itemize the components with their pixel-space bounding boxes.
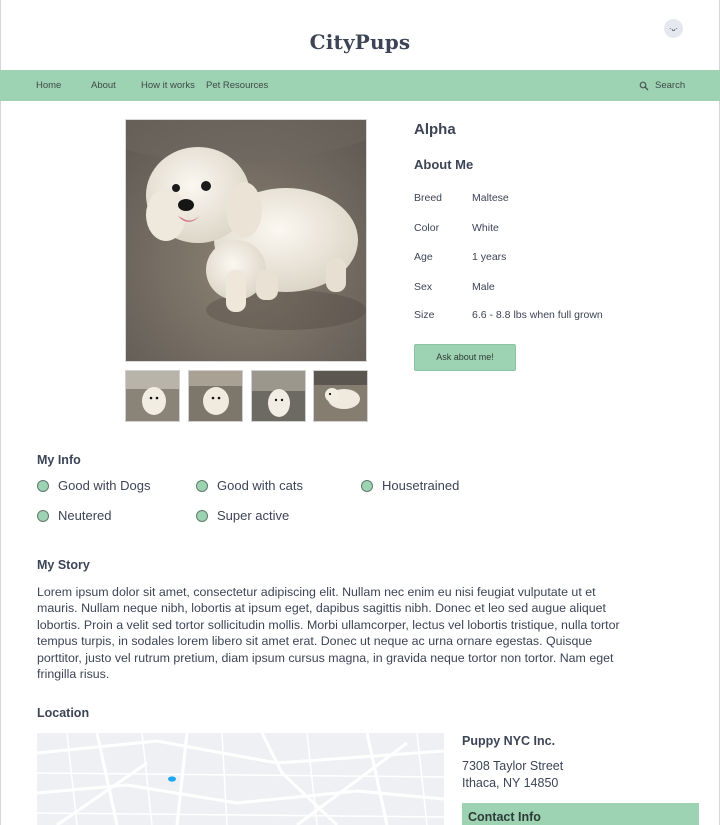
photo-thumbnail[interactable] xyxy=(251,370,306,422)
address-line-2: Ithaca, NY 14850 xyxy=(462,776,559,790)
nav-item-how-it-works[interactable]: How it works xyxy=(141,70,195,101)
ask-about-me-button[interactable]: Ask about me! xyxy=(414,344,516,371)
my-story-heading: My Story xyxy=(37,558,90,572)
site-logo[interactable]: CityPups xyxy=(0,30,720,54)
check-dot-icon xyxy=(196,480,208,492)
trait-label: Neutered xyxy=(58,508,112,523)
address-line-1: 7308 Taylor Street xyxy=(462,759,564,773)
nav-search-label: Search xyxy=(655,80,686,91)
photo-thumbnail[interactable] xyxy=(188,370,243,422)
search-icon xyxy=(639,81,649,91)
site-header: CityPups ·ᴗ· xyxy=(0,0,720,70)
main-dog-photo xyxy=(125,119,367,362)
contact-info-title: Contact Info xyxy=(468,810,541,824)
nav-item-home[interactable]: Home xyxy=(36,70,61,101)
photo-thumbnail[interactable] xyxy=(313,370,368,422)
attribute-label: Breed xyxy=(414,192,443,204)
attribute-value: Male xyxy=(472,281,495,293)
trait-label: Super active xyxy=(217,508,290,523)
attribute-value: 6.6 - 8.8 lbs when full grown xyxy=(472,309,603,321)
attribute-label: Color xyxy=(414,222,440,234)
trait-label: Good with cats xyxy=(217,478,303,493)
attribute-label: Size xyxy=(414,309,435,321)
attribute-label: Sex xyxy=(414,281,433,293)
location-map[interactable] xyxy=(37,733,444,825)
attribute-value: 1 years xyxy=(472,251,507,263)
map-pin-icon xyxy=(168,776,176,782)
check-dot-icon xyxy=(196,510,208,522)
check-dot-icon xyxy=(361,480,373,492)
contact-info-header[interactable]: Contact Info xyxy=(462,803,699,825)
photo-thumbnail[interactable] xyxy=(125,370,180,422)
avatar-face: ·ᴗ· xyxy=(669,24,678,33)
location-heading: Location xyxy=(37,706,90,720)
attribute-value: White xyxy=(472,222,499,234)
attribute-value: Maltese xyxy=(472,192,509,204)
trait-label: Housetrained xyxy=(382,478,460,493)
attribute-label: Age xyxy=(414,251,433,263)
nav-item-about[interactable]: About xyxy=(91,70,116,101)
organization-name: Puppy NYC Inc. xyxy=(462,734,556,748)
my-info-heading: My Info xyxy=(37,453,81,467)
trait-label: Good with Dogs xyxy=(58,478,151,493)
check-dot-icon xyxy=(37,510,49,522)
check-dot-icon xyxy=(37,480,49,492)
user-avatar[interactable]: ·ᴗ· xyxy=(664,19,683,38)
nav-item-pet-resources[interactable]: Pet Resources xyxy=(206,70,268,101)
story-text: Lorem ipsum dolor sit amet, consectetur … xyxy=(37,585,620,682)
main-nav: Home About How it works Pet Resources Se… xyxy=(0,70,720,101)
about-me-heading: About Me xyxy=(414,157,474,172)
dog-name: Alpha xyxy=(414,121,456,138)
